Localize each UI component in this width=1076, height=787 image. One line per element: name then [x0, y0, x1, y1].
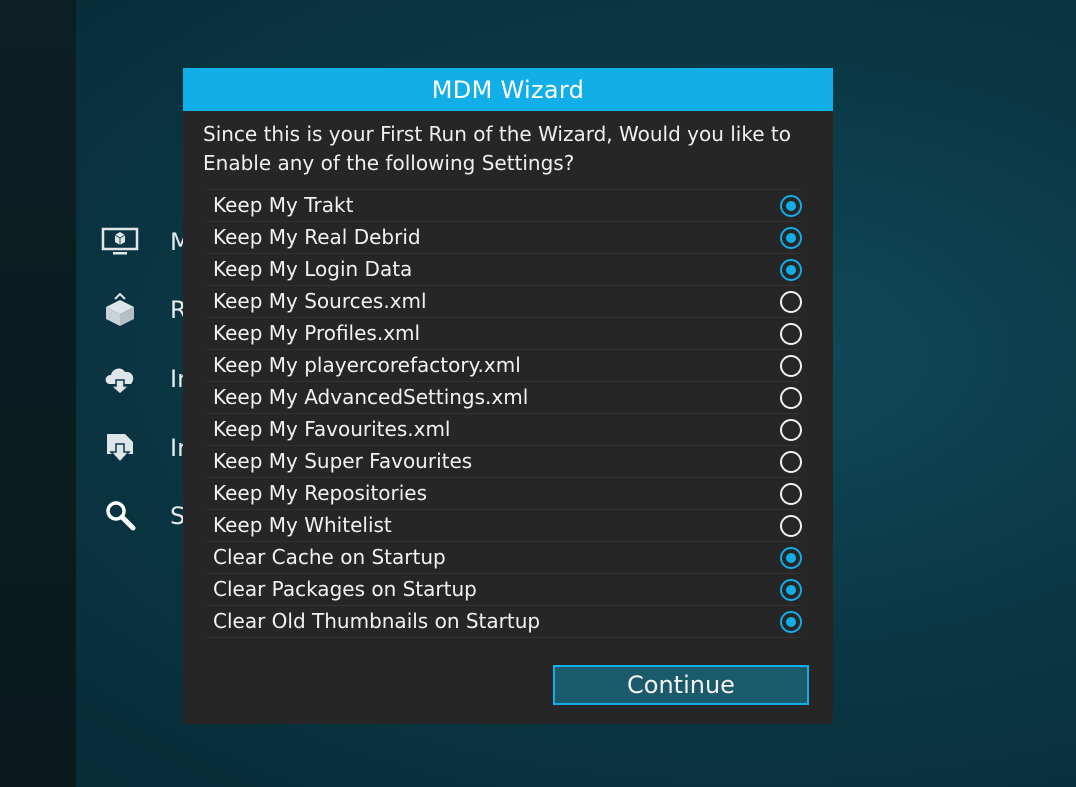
option-label: Keep My Sources.xml [213, 289, 427, 313]
option-row[interactable]: Keep My Repositories [206, 477, 802, 509]
radio-button-icon[interactable] [780, 259, 802, 281]
option-label: Clear Old Thumbnails on Startup [213, 609, 541, 633]
radio-button-icon[interactable] [780, 387, 802, 409]
continue-button[interactable]: Continue [553, 665, 809, 705]
option-label: Keep My Whitelist [213, 513, 392, 537]
option-row[interactable]: Keep My Profiles.xml [206, 317, 802, 349]
option-row[interactable]: Keep My playercorefactory.xml [206, 349, 802, 381]
option-label: Clear Cache on Startup [213, 545, 446, 569]
radio-button-icon[interactable] [780, 547, 802, 569]
option-label: Keep My Login Data [213, 257, 413, 281]
option-label: Keep My Super Favourites [213, 449, 473, 473]
radio-button-icon[interactable] [780, 291, 802, 313]
monitor-box-icon [100, 222, 140, 262]
dialog-message: Since this is your First Run of the Wiza… [203, 122, 791, 175]
option-label: Keep My AdvancedSettings.xml [213, 385, 529, 409]
radio-button-icon[interactable] [780, 227, 802, 249]
option-row[interactable]: Keep My Sources.xml [206, 285, 802, 317]
option-row[interactable]: Clear Cache on Startup [206, 541, 802, 573]
option-row[interactable]: Keep My Super Favourites [206, 445, 802, 477]
radio-button-icon[interactable] [780, 355, 802, 377]
boxes-stack-icon [100, 290, 140, 330]
radio-button-icon[interactable] [780, 323, 802, 345]
box-download-icon [100, 428, 140, 468]
option-label: Keep My playercorefactory.xml [213, 353, 521, 377]
dialog-title: MDM Wizard [183, 68, 833, 111]
option-row[interactable]: Keep My Trakt [206, 189, 802, 221]
option-row[interactable]: Keep My Login Data [206, 253, 802, 285]
option-label: Keep My Real Debrid [213, 225, 421, 249]
option-label: Keep My Trakt [213, 193, 354, 217]
option-label: Keep My Favourites.xml [213, 417, 451, 441]
option-row[interactable]: Clear Packages on Startup [206, 573, 802, 605]
option-row[interactable]: Keep My AdvancedSettings.xml [206, 381, 802, 413]
radio-button-icon[interactable] [780, 579, 802, 601]
radio-button-icon[interactable] [780, 515, 802, 537]
radio-button-icon[interactable] [780, 611, 802, 633]
radio-button-icon[interactable] [780, 483, 802, 505]
options-list: Keep My Trakt Keep My Real Debrid Keep M… [206, 189, 802, 638]
radio-button-icon[interactable] [780, 451, 802, 473]
option-row[interactable]: Keep My Favourites.xml [206, 413, 802, 445]
option-label: Clear Packages on Startup [213, 577, 477, 601]
option-row[interactable]: Clear Old Thumbnails on Startup [206, 605, 802, 638]
left-side-strip [0, 0, 76, 787]
cloud-download-icon [100, 359, 140, 399]
option-row[interactable]: Keep My Real Debrid [206, 221, 802, 253]
option-row[interactable]: Keep My Whitelist [206, 509, 802, 541]
radio-button-icon[interactable] [780, 195, 802, 217]
option-label: Keep My Profiles.xml [213, 321, 421, 345]
search-icon [100, 496, 140, 536]
option-label: Keep My Repositories [213, 481, 428, 505]
mdm-wizard-dialog: MDM Wizard Since this is your First Run … [183, 68, 833, 724]
radio-button-icon[interactable] [780, 419, 802, 441]
